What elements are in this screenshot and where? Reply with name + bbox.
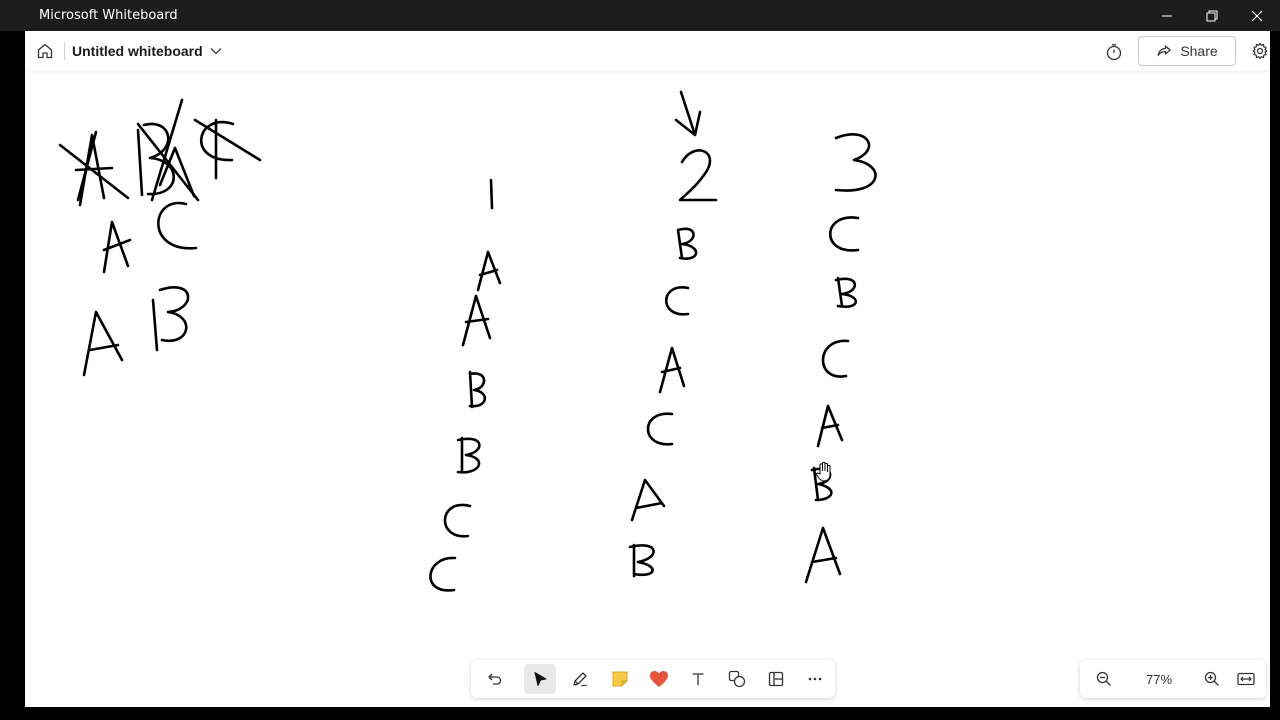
reaction-heart-icon [650,671,668,687]
fit-to-screen-button[interactable] [1230,664,1262,694]
timer-icon [1106,44,1122,61]
header-divider [64,42,65,60]
ink-col2-c2[interactable] [646,412,674,446]
title-dropdown-button[interactable] [208,43,224,59]
reactions-tool[interactable] [643,664,675,694]
text-tool[interactable] [682,664,714,694]
sticky-note-tool[interactable] [604,664,636,694]
minimize-button[interactable] [1144,0,1189,31]
window-titlebar: Microsoft Whiteboard [0,0,1280,31]
ink-col2-c1[interactable] [664,286,690,316]
ink-col1-b1[interactable] [468,370,487,409]
zoom-out-button[interactable] [1088,664,1120,694]
ink-col2-arrow[interactable] [674,90,702,137]
close-button[interactable] [1234,0,1279,31]
window-bottom-edge [0,707,1280,720]
ink-col3-a2[interactable] [804,526,842,584]
whiteboard-canvas[interactable] [25,71,1270,707]
share-button[interactable]: Share [1138,36,1236,66]
minimize-icon [1161,15,1172,16]
share-label: Share [1180,43,1218,59]
ink-col1-b2[interactable] [456,436,481,474]
ink-col1-a2[interactable] [461,294,492,347]
app-title: Microsoft Whiteboard [39,8,178,23]
close-icon [1251,10,1262,21]
ink-col2-header-2[interactable] [678,149,718,202]
restore-icon [1206,10,1217,21]
bottom-toolbar [471,660,835,698]
select-tool[interactable] [524,664,556,694]
home-button[interactable] [33,39,57,63]
share-icon [1157,45,1171,57]
shapes-tool[interactable] [721,664,753,694]
more-tools-button[interactable] [799,664,831,694]
window-right-edge [1270,31,1280,720]
ink-col3-c2[interactable] [821,339,850,378]
restore-button[interactable] [1189,0,1234,31]
zoom-in-button[interactable] [1196,664,1228,694]
select-icon [534,672,547,686]
templates-icon [768,671,784,687]
undo-button[interactable] [479,664,511,694]
ink-col3-a1[interactable] [816,404,844,448]
zoom-controls: 77% [1080,660,1266,698]
ink-col3-header-3[interactable] [834,133,877,192]
zoom-level-button[interactable]: 77% [1136,664,1182,694]
ink-col1-a1[interactable] [476,250,502,292]
ink-col2-b2[interactable] [628,543,655,578]
fit-screen-icon [1237,672,1255,686]
ink-col2-a2[interactable] [630,478,666,522]
pen-icon [573,672,588,687]
text-icon [692,673,704,685]
more-icon [808,677,822,681]
pen-tool[interactable] [564,664,596,694]
ink-left-c[interactable] [157,201,198,250]
ink-left-a-large[interactable] [82,310,124,377]
ink-col1-header-1[interactable] [489,178,494,210]
timer-button[interactable] [1103,41,1125,63]
ink-crossed-abc[interactable] [58,98,262,207]
ink-left-b[interactable] [151,286,190,352]
ink-col2-a1[interactable] [658,346,686,394]
zoom-out-icon [1096,671,1111,686]
app-header: Untitled whiteboard Share [25,31,1270,71]
shapes-icon [728,670,746,688]
zoom-in-icon [1204,671,1219,686]
chevron-down-icon [210,48,222,55]
templates-tool[interactable] [760,664,792,694]
undo-icon [488,673,502,685]
ink-left-a-small[interactable] [102,220,132,274]
ink-col3-b1[interactable] [834,276,858,309]
whiteboard-app: Untitled whiteboard Share 77% [25,31,1270,707]
sticky-note-icon [612,671,628,687]
ink-col2-b1[interactable] [676,227,698,260]
ink-col1-c2[interactable] [429,556,457,592]
settings-button[interactable] [1249,40,1270,62]
zoom-level: 77% [1145,671,1173,687]
hand-cursor-icon [815,461,831,482]
ink-col3-c1[interactable] [829,216,860,252]
ink-col1-c1[interactable] [443,503,472,538]
home-icon [37,43,53,59]
gear-icon [1252,42,1268,60]
board-title[interactable]: Untitled whiteboard [72,43,203,59]
